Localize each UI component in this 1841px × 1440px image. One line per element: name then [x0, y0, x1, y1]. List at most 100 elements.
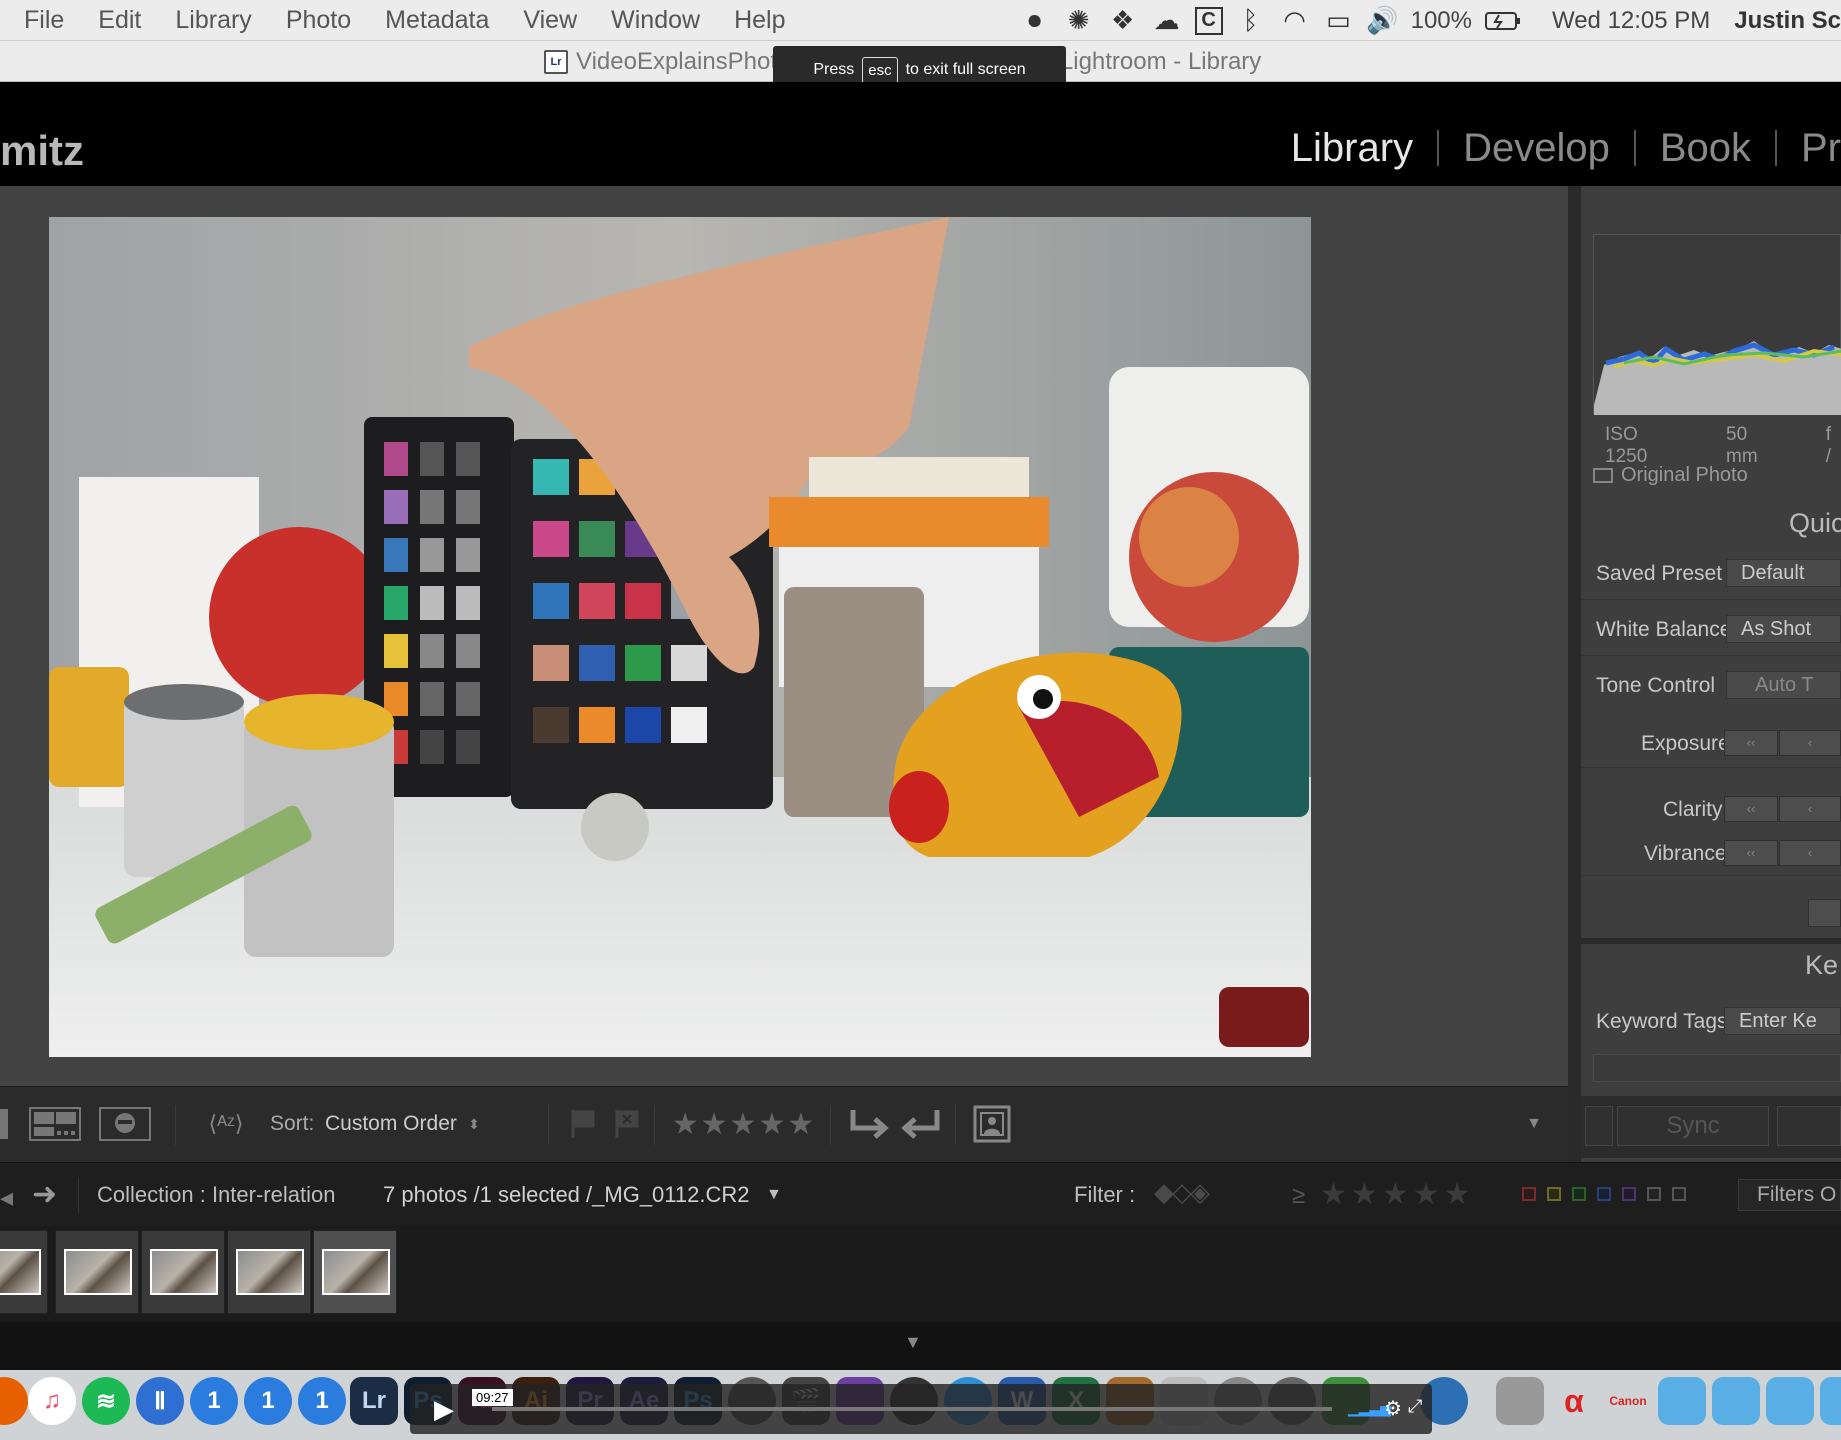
rotate-right-icon[interactable] [900, 1104, 944, 1144]
airplay-icon[interactable]: ▭ [1323, 5, 1355, 37]
filmstrip-thumbnail[interactable] [141, 1230, 225, 1314]
yellow-label-swatch[interactable] [1547, 1187, 1561, 1201]
copyclip-icon[interactable]: C [1194, 6, 1223, 35]
green-label-swatch[interactable] [1572, 1187, 1586, 1201]
disk-icon[interactable] [1496, 1377, 1544, 1425]
folder-icon[interactable] [1766, 1377, 1814, 1425]
onepassword-icon[interactable]: Ⅱ [136, 1377, 184, 1425]
reject-flag-icon[interactable] [612, 1104, 642, 1144]
star-icon[interactable]: ★ [672, 1107, 699, 1142]
sync-settings-button[interactable] [1777, 1106, 1841, 1146]
lightroom-icon[interactable]: Lr [350, 1377, 398, 1425]
star-icon[interactable]: ★ [701, 1107, 728, 1142]
pick-flag-icon[interactable] [568, 1104, 598, 1144]
wifi-icon[interactable]: ◠ [1279, 5, 1311, 37]
volume-icon[interactable]: 🔊 [1366, 5, 1398, 37]
original-photo-toggle[interactable]: Original Photo [1593, 464, 1748, 487]
canon-icon[interactable]: Canon [1604, 1377, 1652, 1425]
sort-chevron-icon[interactable]: ⬍ [466, 1104, 482, 1144]
user-name[interactable]: Justin Sc [1734, 7, 1841, 35]
exposure-decrease[interactable]: ‹ [1779, 730, 1841, 756]
vibrance-decrease[interactable]: ‹ [1779, 840, 1841, 866]
filmstrip-thumbnail[interactable] [0, 1230, 48, 1314]
itunes-icon[interactable]: ♫ [28, 1377, 76, 1425]
folder-icon[interactable] [1712, 1377, 1760, 1425]
cloud-upload-icon[interactable]: ☁ [1151, 5, 1183, 37]
main-photo[interactable] [49, 217, 1311, 1057]
menu-library[interactable]: Library [158, 0, 268, 41]
sort-dropdown[interactable]: Custom Order [325, 1112, 457, 1136]
rating-operator[interactable]: ≥ [1292, 1182, 1305, 1210]
play-icon[interactable]: ▶ [434, 1394, 454, 1425]
grid-view-icon[interactable] [0, 1104, 10, 1144]
module-library[interactable]: Library [1267, 126, 1437, 171]
keywording-header[interactable]: Ke [1805, 950, 1838, 981]
filmstrip-thumbnail[interactable] [55, 1230, 139, 1314]
star-icon[interactable]: ★ [730, 1107, 757, 1142]
custom-label-swatch[interactable] [1647, 1187, 1661, 1201]
folder-icon[interactable] [1820, 1377, 1841, 1425]
red-label-swatch[interactable] [1522, 1187, 1536, 1201]
star-icon[interactable]: ★ [787, 1107, 814, 1142]
exposure-decrease-more[interactable]: ‹‹ [1724, 730, 1778, 756]
selection-count[interactable]: 7 photos /1 selected /_MG_0112.CR2 [383, 1182, 749, 1208]
reset-all-button[interactable] [1808, 899, 1841, 927]
battery-percent[interactable]: 100% [1411, 7, 1472, 35]
purple-label-swatch[interactable] [1622, 1187, 1636, 1201]
sort-direction-icon[interactable]: ⟨ᴬᶻ⟩ [196, 1104, 256, 1144]
onepassword-icon[interactable]: 1 [298, 1377, 346, 1425]
auto-tone-button[interactable]: Auto T [1726, 671, 1841, 699]
source-chevron-icon[interactable]: ▼ [766, 1186, 782, 1204]
bluetooth-icon[interactable]: ᛒ [1235, 5, 1267, 37]
rotate-left-icon[interactable] [846, 1104, 890, 1144]
firefox-icon[interactable] [0, 1377, 28, 1425]
video-progress-track[interactable] [492, 1407, 1332, 1411]
no-label-swatch[interactable] [1672, 1187, 1686, 1201]
filters-button[interactable]: Filters O [1738, 1179, 1841, 1211]
keyword-entry-field[interactable] [1593, 1054, 1841, 1082]
sync-toggle[interactable] [1585, 1106, 1613, 1146]
clock[interactable]: Wed 12:05 PM [1552, 7, 1710, 35]
clarity-decrease[interactable]: ‹ [1779, 796, 1841, 822]
star-rating[interactable]: ★ ★ ★ ★ ★ [668, 1104, 818, 1144]
filmstrip-thumbnail[interactable] [227, 1230, 311, 1314]
battery-icon[interactable] [1484, 5, 1522, 37]
crop-frame-icon[interactable] [970, 1104, 1014, 1144]
back-arrow-icon[interactable]: ◂ [0, 1182, 13, 1213]
fullscreen-icon[interactable]: ⤢ [1408, 1396, 1422, 1417]
filmstrip-thumbnail-selected[interactable] [313, 1230, 397, 1314]
survey-view-icon[interactable] [28, 1104, 82, 1144]
menu-edit[interactable]: Edit [81, 0, 158, 41]
menu-file[interactable]: File [0, 0, 81, 41]
menu-metadata[interactable]: Metadata [368, 0, 506, 41]
menu-photo[interactable]: Photo [269, 0, 368, 41]
onepassword-icon[interactable]: 1 [244, 1377, 292, 1425]
white-balance-dropdown[interactable]: As Shot [1726, 615, 1841, 643]
blue-label-swatch[interactable] [1597, 1187, 1611, 1201]
sync-button[interactable]: Sync [1617, 1106, 1769, 1146]
menu-help[interactable]: Help [717, 0, 802, 41]
menu-view[interactable]: View [506, 0, 594, 41]
identity-plate[interactable]: mitz [0, 127, 84, 175]
rating-filter-stars[interactable]: ★★★★★ [1320, 1177, 1474, 1212]
collapse-filmstrip-icon[interactable]: ▼ [904, 1332, 922, 1353]
menu-window[interactable]: Window [594, 0, 717, 41]
clarity-decrease-more[interactable]: ‹‹ [1724, 796, 1778, 822]
onepassword-icon[interactable]: 1 [190, 1377, 238, 1425]
collection-source[interactable]: Collection : Inter-relation [97, 1182, 335, 1208]
record-icon[interactable]: ⏺ [1019, 5, 1051, 37]
folder-icon[interactable] [1658, 1377, 1706, 1425]
forward-arrow-icon[interactable]: ➜ [32, 1177, 57, 1212]
saved-preset-dropdown[interactable]: Default [1726, 559, 1841, 587]
module-book[interactable]: Book [1636, 126, 1775, 171]
star-icon[interactable]: ★ [758, 1107, 785, 1142]
settings-gear-icon[interactable]: ⚙ [1384, 1396, 1402, 1421]
people-view-icon[interactable] [98, 1104, 152, 1144]
color-label-filters[interactable] [1522, 1187, 1686, 1201]
dropbox-icon[interactable]: ❖ [1107, 5, 1139, 37]
module-print[interactable]: Pr [1777, 126, 1841, 171]
vibrance-decrease-more[interactable]: ‹‹ [1724, 840, 1778, 866]
toolbar-menu-chevron-icon[interactable]: ▼ [1522, 1104, 1546, 1144]
creative-cloud-icon[interactable]: ✺ [1063, 5, 1095, 37]
flag-filter-icons[interactable]: ◆◇◈ [1154, 1177, 1210, 1208]
